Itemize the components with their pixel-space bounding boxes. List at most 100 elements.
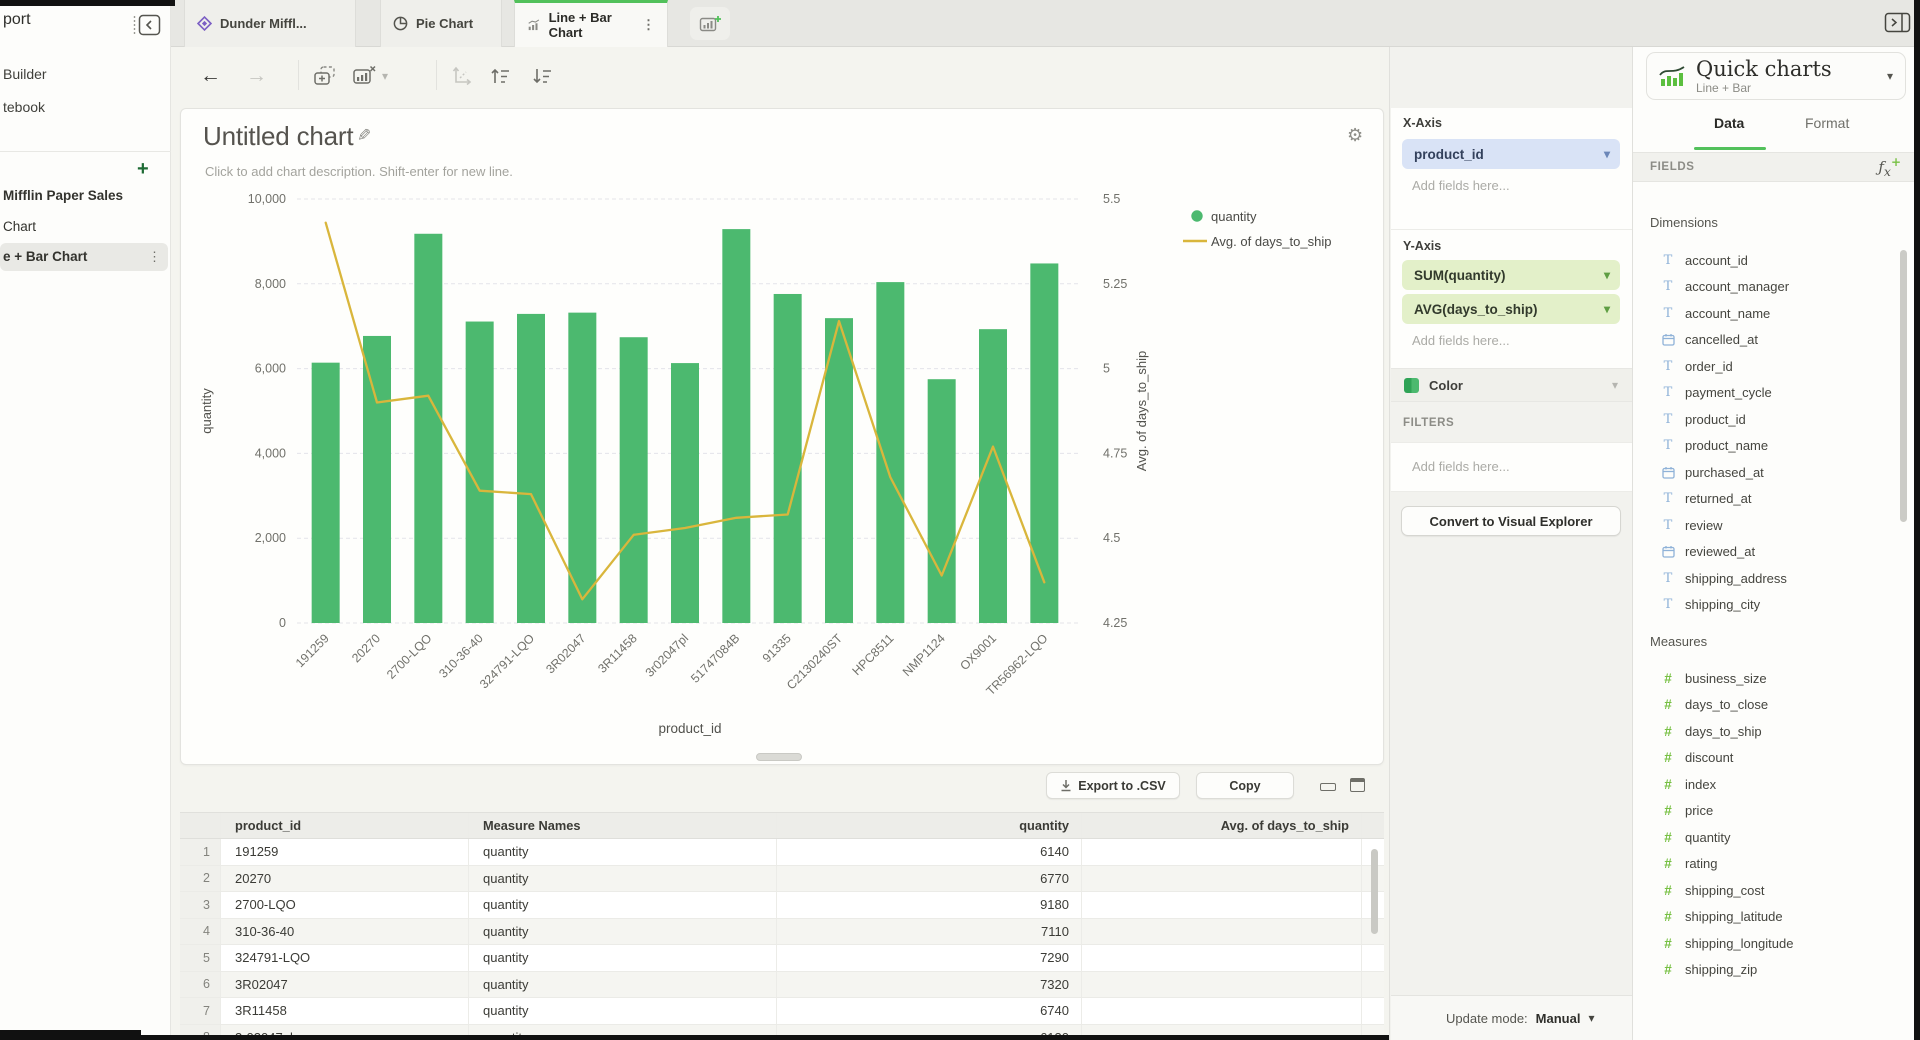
table-row[interactable]: 73R11458quantity6740 — [180, 998, 1384, 1025]
tab-menu-icon[interactable]: ⋮ — [642, 17, 655, 33]
x-axis-add-fields[interactable]: Add fields here... — [1412, 178, 1510, 193]
fields-scrollbar[interactable] — [1900, 250, 1907, 522]
dimension-item[interactable]: Tshipping_city — [1633, 592, 1915, 619]
collapse-sidebar-icon[interactable] — [133, 13, 161, 42]
minimize-icon[interactable] — [1320, 783, 1336, 791]
add-page-button[interactable]: + — [137, 158, 149, 181]
dimension-name: account_name — [1685, 306, 1770, 321]
measure-item[interactable]: #discount — [1633, 745, 1915, 772]
y-axis-add-fields[interactable]: Add fields here... — [1412, 333, 1510, 348]
measure-item[interactable]: #shipping_cost — [1633, 877, 1915, 904]
sort-descending-icon — [530, 64, 554, 88]
table-row[interactable]: 4310-36-40quantity7110 — [180, 919, 1384, 946]
sidebar-item-notebook[interactable]: tebook — [3, 99, 45, 115]
measure-item[interactable]: #days_to_ship — [1633, 718, 1915, 745]
dimension-item[interactable]: Treturned_at — [1633, 486, 1915, 513]
tab-strip: Dunder Miffl... Pie Chart Line + Bar Cha… — [171, 0, 1920, 47]
chart-options-button[interactable]: ▾ — [352, 62, 388, 90]
sidebar-item-pie-chart[interactable]: Chart — [3, 219, 36, 234]
row-number: 6 — [180, 972, 221, 998]
measure-item[interactable]: #shipping_zip — [1633, 957, 1915, 984]
dimension-item[interactable]: Tproduct_name — [1633, 433, 1915, 460]
dimension-item[interactable]: Tshipping_address — [1633, 565, 1915, 592]
tab-format[interactable]: Format — [1805, 115, 1849, 131]
swap-axes-button[interactable] — [450, 62, 474, 90]
sidebar-item-builder[interactable]: Builder — [3, 66, 47, 82]
toolbar-divider — [298, 60, 299, 90]
export-csv-button[interactable]: Export to .CSV — [1046, 772, 1180, 799]
sidebar-item-project[interactable]: Mifflin Paper Sales — [3, 188, 123, 203]
bar — [517, 314, 545, 623]
measure-name: shipping_longitude — [1685, 936, 1793, 951]
convert-to-visual-explorer-button[interactable]: Convert to Visual Explorer — [1401, 506, 1621, 536]
results-table[interactable]: product_idMeasure NamesquantityAvg. of d… — [180, 812, 1384, 1040]
sort-descending-button[interactable] — [530, 62, 554, 90]
table-row[interactable]: 5324791-LQOquantity7290 — [180, 945, 1384, 972]
tab-data[interactable]: Data — [1714, 115, 1744, 131]
chart-canvas[interactable]: 04.252,0004.54,0004.756,00058,0005.2510,… — [181, 109, 1383, 769]
add-chart-button[interactable] — [312, 62, 338, 90]
dimension-item[interactable]: reviewed_at — [1633, 539, 1915, 566]
color-row[interactable]: Color ▾ — [1391, 368, 1632, 402]
dimension-item[interactable]: Taccount_id — [1633, 247, 1915, 274]
copy-button[interactable]: Copy — [1196, 772, 1294, 799]
tab-line-bar-chart[interactable]: Line + Bar Chart ⋮ — [514, 0, 668, 47]
convert-button-label: Convert to Visual Explorer — [1429, 514, 1592, 529]
fields-label: FIELDS — [1650, 161, 1695, 173]
tab-dunder-mifflin[interactable]: Dunder Miffl... — [184, 0, 356, 47]
tab-pie-chart[interactable]: Pie Chart — [380, 0, 502, 47]
bar — [363, 336, 391, 623]
chart-resize-handle[interactable] — [756, 753, 802, 761]
maximize-icon[interactable] — [1350, 778, 1365, 792]
dimension-item[interactable]: Taccount_manager — [1633, 274, 1915, 301]
x-axis-tick: 324791-LQO — [477, 631, 537, 691]
table-row[interactable]: 220270quantity6770 — [180, 866, 1384, 893]
chart-type-selector[interactable]: Quick charts Line + Bar ▾ — [1646, 52, 1906, 100]
x-axis-field-pill[interactable]: product_id ▾ — [1402, 139, 1620, 169]
table-cell — [1082, 839, 1362, 865]
new-chart-button[interactable] — [690, 7, 730, 40]
dimension-item[interactable]: cancelled_at — [1633, 327, 1915, 354]
forward-button[interactable]: → — [246, 62, 267, 90]
field-pill-label: SUM(quantity) — [1414, 268, 1506, 283]
measure-item[interactable]: #days_to_close — [1633, 692, 1915, 719]
sidebar-item-line-bar-chart[interactable]: e + Bar Chart ⋮ — [0, 243, 168, 271]
panel-toggle-icon[interactable] — [1884, 12, 1911, 38]
measure-item[interactable]: #business_size — [1633, 665, 1915, 692]
color-swatch-icon — [1404, 378, 1419, 393]
formula-add-icon[interactable]: ƒx+ — [1878, 155, 1901, 179]
dimension-item[interactable]: Tpayment_cycle — [1633, 380, 1915, 407]
measure-item[interactable]: #shipping_latitude — [1633, 904, 1915, 931]
bar — [414, 234, 442, 623]
table-row[interactable]: 32700-LQOquantity9180 — [180, 892, 1384, 919]
kebab-menu-icon[interactable]: ⋮ — [148, 249, 161, 265]
dimension-item[interactable]: Tproduct_id — [1633, 406, 1915, 433]
dimension-item[interactable]: Taccount_name — [1633, 300, 1915, 327]
dimension-item[interactable]: purchased_at — [1633, 459, 1915, 486]
update-mode-bar: Update mode: Manual ▾ — [1391, 995, 1632, 1040]
measure-item[interactable]: #index — [1633, 771, 1915, 798]
dimension-item[interactable]: Torder_id — [1633, 353, 1915, 380]
update-mode-value[interactable]: Manual — [1536, 1011, 1581, 1026]
measure-item[interactable]: #quantity — [1633, 824, 1915, 851]
measure-item[interactable]: #shipping_longitude — [1633, 930, 1915, 957]
text-type-icon: T — [1661, 253, 1675, 268]
y-axis-field-pill[interactable]: AVG(days_to_ship) ▾ — [1402, 294, 1620, 324]
screen-edge — [0, 1035, 1389, 1040]
update-mode-label: Update mode: — [1446, 1011, 1528, 1026]
y-axis-field-pill[interactable]: SUM(quantity) ▾ — [1402, 260, 1620, 290]
measure-item[interactable]: #price — [1633, 798, 1915, 825]
table-cell: quantity — [469, 972, 777, 998]
sidebar-item-label: e + Bar Chart — [3, 249, 87, 264]
table-row[interactable]: 1191259quantity6140 — [180, 839, 1384, 866]
table-row[interactable]: 63R02047quantity7320 — [180, 972, 1384, 999]
dimension-item[interactable]: Treview — [1633, 512, 1915, 539]
filters-add-fields[interactable]: Add fields here... — [1412, 459, 1510, 474]
table-scrollbar[interactable] — [1371, 849, 1378, 934]
measure-item[interactable]: #rating — [1633, 851, 1915, 878]
bar — [722, 229, 750, 623]
download-icon — [1060, 779, 1072, 792]
chevron-down-icon[interactable]: ▾ — [1588, 1011, 1594, 1025]
sort-ascending-button[interactable] — [488, 62, 512, 90]
back-button[interactable]: ← — [200, 62, 221, 90]
